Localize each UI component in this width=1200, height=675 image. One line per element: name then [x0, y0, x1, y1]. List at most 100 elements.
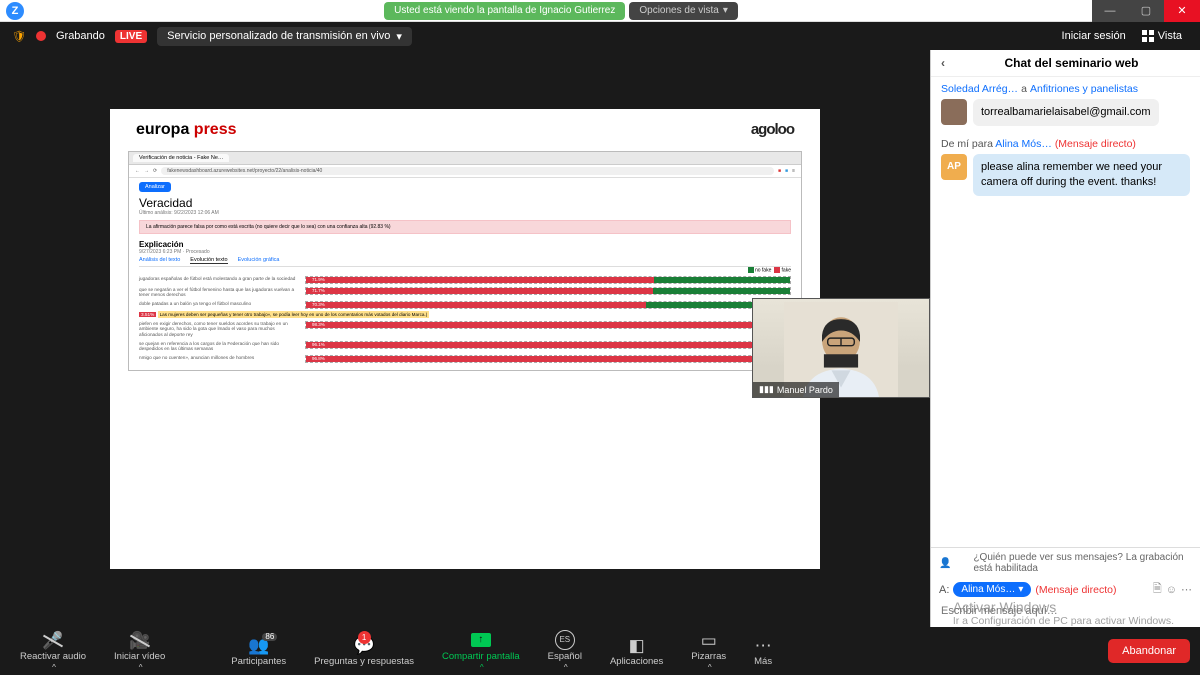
explanation-heading: Explicación — [139, 240, 791, 249]
claim-bar: 71.9% — [305, 276, 791, 284]
window-maximize-button[interactable]: ▢ — [1128, 0, 1164, 22]
chat-message-2: please alina remember we need your camer… — [973, 154, 1190, 196]
nav-back-icon: ← — [135, 168, 140, 174]
nav-reload-icon: ⟳ — [153, 168, 157, 174]
recording-label: Grabando — [56, 30, 105, 42]
chat-back-icon[interactable]: ‹ — [941, 56, 945, 70]
avatar-ap: AP — [941, 154, 967, 180]
claim-row: jugadoras españolas de fútbol está moles… — [139, 276, 791, 284]
visibility-icon[interactable]: 👤 — [939, 558, 951, 569]
chat-recipient-1[interactable]: Anfitriones y panelistas — [1030, 83, 1138, 95]
more-button[interactable]: ⋯ Más — [744, 629, 782, 673]
share-screen-button[interactable]: ↑ Compartir pantalla^ — [432, 629, 530, 673]
window-titlebar: Z Usted está viendo la pantalla de Ignac… — [0, 0, 1200, 22]
apps-button[interactable]: ◧ Aplicaciones — [600, 629, 673, 673]
mic-muted-icon: 🎤 — [42, 630, 63, 650]
meeting-controls: 🎤 Reactivar audio^ 🎥 Iniciar vídeo^ 👥86 … — [0, 627, 1200, 675]
legend-nofake: no fake — [755, 267, 771, 273]
chevron-down-icon: ▾ — [723, 2, 728, 20]
window-close-button[interactable]: ✕ — [1164, 0, 1200, 22]
signal-icon: ▮▮▮ — [759, 384, 774, 395]
chat-title: Chat del seminario web — [953, 56, 1190, 70]
participants-count: 86 — [262, 633, 277, 641]
chat-to-selector[interactable]: Alina Mós…▾ — [953, 582, 1031, 597]
claim-bar: 96.1% — [305, 341, 791, 349]
chat-recipient-2[interactable]: Alina Mós… — [995, 138, 1052, 150]
chat-sender-1[interactable]: Soledad Arrég… — [941, 83, 1018, 95]
url-bar: fakenewsdashboard.azurewebsites.net/proy… — [161, 167, 774, 175]
visibility-info: ¿Quién puede ver sus mensajes? La grabac… — [973, 552, 1192, 574]
claim-text: doble patadas a un balón ya tengo el fút… — [139, 301, 299, 307]
leave-button[interactable]: Abandonar — [1108, 639, 1190, 663]
chevron-down-icon: ▾ — [396, 30, 402, 43]
claim-text: que se negarán a ver el fútbol femenino … — [139, 287, 299, 298]
apps-icon: ◧ — [629, 635, 645, 655]
window-minimize-button[interactable]: — — [1092, 0, 1128, 22]
view-options-label: Opciones de vista — [639, 2, 719, 20]
recording-toolbar: 🛡 Grabando LIVE Servicio personalizado d… — [0, 22, 1200, 50]
claim-row: doble patadas a un balón ya tengo el fút… — [139, 301, 791, 309]
stream-service-dropdown[interactable]: Servicio personalizado de transmisión en… — [157, 27, 412, 46]
whiteboards-button[interactable]: ▭ Pizarras^ — [681, 629, 736, 673]
grid-icon — [1142, 30, 1154, 42]
start-video-button[interactable]: 🎥 Iniciar vídeo^ — [104, 629, 175, 673]
qa-badge: 1 — [358, 631, 371, 644]
chat-to-dm: (Mensaje directo) — [1035, 584, 1116, 596]
zoom-logo-icon: Z — [6, 2, 24, 20]
more-icon[interactable]: ⋯ — [1181, 583, 1192, 596]
claim-bar: 71.7% — [305, 287, 791, 295]
camera-off-icon: 🎥 — [129, 630, 150, 650]
chat-panel: ‹ Chat del seminario web Soledad Arrég… … — [930, 50, 1200, 627]
claim-text: se quejan en referencia a los cargos de … — [139, 341, 299, 352]
language-icon: ES — [555, 630, 575, 650]
qa-icon: 💬1 — [353, 635, 374, 655]
record-dot-icon — [36, 31, 46, 41]
participants-button[interactable]: 👥86 Participantes — [221, 629, 296, 673]
claim-row: piefen en exigir derechos, como tener su… — [139, 321, 791, 338]
shared-screen-content: europa press agoloo Verificación de noti… — [110, 109, 820, 569]
video-stage: europa press agoloo Verificación de noti… — [0, 50, 930, 627]
interpretation-button[interactable]: ES Español^ — [538, 629, 592, 673]
nav-fwd-icon: → — [144, 168, 149, 174]
file-attach-icon[interactable]: 🗎 — [1153, 580, 1162, 599]
chat-to-label: A: — [939, 584, 949, 596]
veracity-subheading: Último análisis: 9/22/2023 12:06 AM — [139, 210, 791, 216]
view-options-dropdown[interactable]: Opciones de vista ▾ — [629, 2, 738, 20]
login-link[interactable]: Iniciar sesión — [1062, 30, 1126, 42]
unmute-button[interactable]: 🎤 Reactivar audio^ — [10, 629, 96, 673]
analyze-button: Analizar — [139, 182, 171, 192]
claim-text: jugadoras españolas de fútbol está moles… — [139, 276, 299, 282]
chevron-down-icon: ▾ — [1018, 584, 1023, 595]
avatar-soledad — [941, 99, 967, 125]
legend-fake: fake — [782, 267, 791, 273]
share-icon: ↑ — [471, 630, 491, 650]
emoji-icon[interactable]: ☺ — [1166, 584, 1177, 596]
participants-icon: 👥86 — [248, 635, 269, 655]
stream-service-label: Servicio personalizado de transmisión en… — [167, 30, 390, 42]
live-badge: LIVE — [115, 30, 147, 43]
claim-bar: 96.8% — [305, 355, 791, 363]
tab-text-evolution: Evolución texto — [190, 257, 227, 264]
embedded-browser: Verificación de noticia - Fake Ne… ← → ⟳… — [128, 151, 802, 371]
whiteboard-icon: ▭ — [701, 630, 717, 650]
chat-message-1: torrealbamarielaisabel@gmail.com — [973, 99, 1159, 126]
presenter-camera[interactable]: ▮▮▮ Manuel Pardo — [752, 298, 930, 398]
europa-press-logo: europa press — [136, 121, 237, 139]
claim-text: nmigo que no cuenten», anuncian millones… — [139, 355, 299, 361]
claim-row: se quejan en referencia a los cargos de … — [139, 341, 791, 352]
falsity-alert: La afirmación parece falsa por como está… — [139, 220, 791, 234]
claim-row: que se negarán a ver el fútbol femenino … — [139, 287, 791, 298]
tab-analysis: Análisis del texto — [139, 257, 180, 264]
veracity-heading: Veracidad — [139, 196, 791, 210]
chat-input[interactable] — [939, 599, 1192, 623]
qa-button[interactable]: 💬1 Preguntas y respuestas — [304, 629, 424, 673]
chat-sender-2: De mí para — [941, 138, 993, 150]
claim-text: piefen en exigir derechos, como tener su… — [139, 321, 299, 338]
camera-name-label: ▮▮▮ Manuel Pardo — [753, 382, 839, 397]
agoloo-logo: agoloo — [751, 121, 794, 139]
view-mode-button[interactable]: Vista — [1136, 28, 1188, 44]
screen-share-banner: Usted está viendo la pantalla de Ignacio… — [384, 2, 625, 20]
tab-graph-evolution: Evolución gráfica — [238, 257, 280, 264]
shield-icon[interactable]: 🛡 — [12, 30, 26, 43]
browser-tab: Verificación de noticia - Fake Ne… — [133, 154, 229, 162]
